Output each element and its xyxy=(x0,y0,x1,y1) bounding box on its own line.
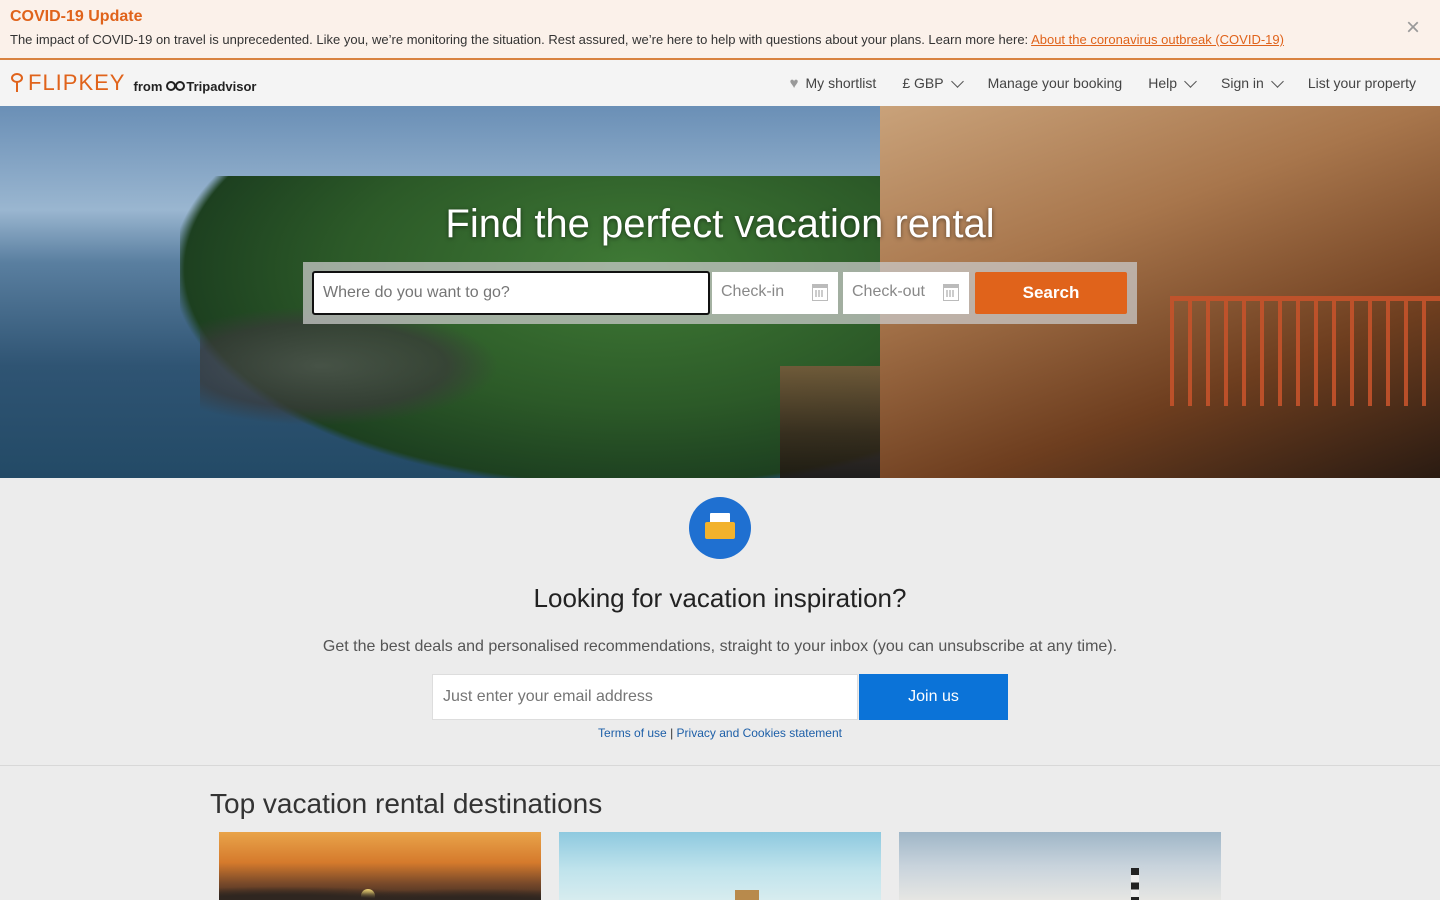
nav-signin-label: Sign in xyxy=(1221,75,1264,91)
covid-text: The impact of COVID-19 on travel is unpr… xyxy=(10,32,1284,47)
logo-from-tripadvisor: from Tripadvisor xyxy=(133,79,256,94)
nav-list-label: List your property xyxy=(1307,75,1416,91)
search-bar: Check-in Check-out Search xyxy=(303,262,1137,324)
hero-rocks-image xyxy=(200,306,500,426)
checkin-field[interactable]: Check-in xyxy=(712,272,838,314)
hero-section: Find the perfect vacation rental Check-i… xyxy=(0,106,1440,478)
key-icon xyxy=(10,73,24,93)
covid-banner: COVID-19 Update The impact of COVID-19 o… xyxy=(0,0,1440,60)
destination-card[interactable] xyxy=(899,832,1221,900)
logo-from-label: from xyxy=(133,78,163,94)
destination-input[interactable] xyxy=(312,271,710,315)
hero-title: Find the perfect vacation rental xyxy=(445,202,995,246)
nav-manage-label: Manage your booking xyxy=(987,75,1123,91)
lighthouse-image xyxy=(1131,868,1139,900)
legal-links: Terms of use | Privacy and Cookies state… xyxy=(0,726,1440,740)
terms-link[interactable]: Terms of use xyxy=(598,726,667,740)
nav-currency[interactable]: £ GBP xyxy=(902,74,964,91)
nav-sign-in[interactable]: Sign in xyxy=(1221,74,1284,91)
chevron-down-icon xyxy=(950,74,964,88)
heart-icon: ♥ xyxy=(789,74,799,92)
hills-image xyxy=(219,882,541,900)
hero-railing-image xyxy=(1170,296,1440,406)
flipkey-logo[interactable]: FLIPKEY from Tripadvisor xyxy=(10,72,256,94)
search-button[interactable]: Search xyxy=(975,272,1127,314)
chevron-down-icon xyxy=(1184,74,1197,88)
main-nav: ♥ My shortlist £ GBP Manage your booking … xyxy=(764,60,1416,106)
checkout-label: Check-out xyxy=(852,283,925,300)
site-header: FLIPKEY from Tripadvisor ♥ My shortlist £… xyxy=(0,60,1440,106)
envelope-icon xyxy=(705,513,735,539)
newsletter-description: Get the best deals and personalised reco… xyxy=(322,638,1118,655)
privacy-link[interactable]: Privacy and Cookies statement xyxy=(677,726,842,740)
newsletter-mail-icon xyxy=(689,497,751,559)
nav-list-property[interactable]: List your property xyxy=(1308,75,1416,91)
nav-shortlist-label: My shortlist xyxy=(805,75,877,91)
destination-card[interactable] xyxy=(219,832,541,900)
checkin-label: Check-in xyxy=(721,283,785,300)
nav-help-label: Help xyxy=(1148,75,1178,91)
calendar-icon xyxy=(943,284,959,301)
checkout-field[interactable]: Check-out xyxy=(843,272,969,314)
nav-currency-label: £ GBP xyxy=(902,75,944,91)
building-image xyxy=(735,890,759,900)
logo-text: FLIPKEY xyxy=(28,70,126,95)
nav-manage-booking[interactable]: Manage your booking xyxy=(988,75,1123,91)
covid-title: COVID-19 Update xyxy=(10,8,143,25)
join-button[interactable]: Join us xyxy=(859,674,1008,720)
close-icon[interactable]: × xyxy=(1406,16,1420,40)
nav-shortlist[interactable]: ♥ My shortlist xyxy=(790,75,877,92)
covid-info-link[interactable]: About the coronavirus outbreak (COVID-19… xyxy=(1031,32,1284,47)
calendar-icon xyxy=(812,284,828,301)
tripadvisor-owl-icon xyxy=(166,81,186,91)
chevron-down-icon xyxy=(1270,74,1284,88)
destination-card[interactable] xyxy=(559,832,881,900)
nav-help[interactable]: Help xyxy=(1148,74,1197,91)
covid-message: The impact of COVID-19 on travel is unpr… xyxy=(10,32,1032,47)
section-divider xyxy=(0,765,1440,766)
newsletter-title: Looking for vacation inspiration? xyxy=(533,583,907,613)
destinations-title: Top vacation rental destinations xyxy=(210,788,603,819)
legal-separator: | xyxy=(670,726,674,740)
email-input[interactable] xyxy=(432,674,858,720)
logo-partner-label: Tripadvisor xyxy=(186,78,257,94)
